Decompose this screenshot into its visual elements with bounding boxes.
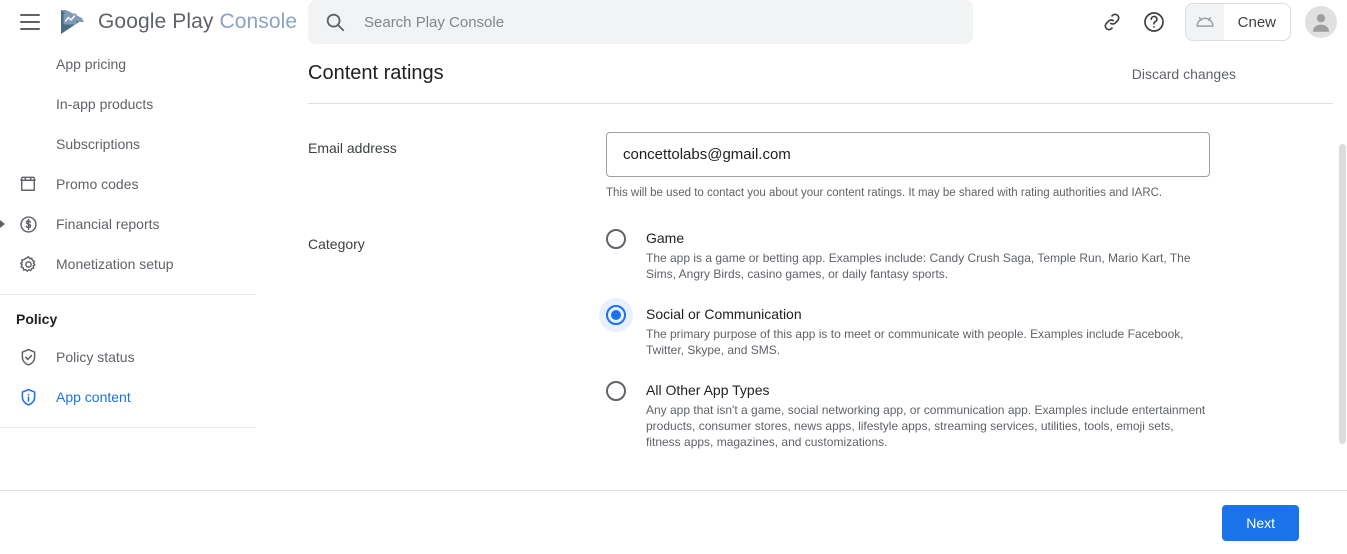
content-left-edge xyxy=(256,44,257,490)
sidebar-item-monetization-setup[interactable]: Monetization setup xyxy=(0,244,248,284)
link-icon[interactable] xyxy=(1093,3,1131,41)
hamburger-bar xyxy=(20,14,40,16)
hamburger-bar xyxy=(20,21,40,23)
discard-changes-link[interactable]: Discard changes xyxy=(1132,66,1236,82)
sidebar-item-app-pricing[interactable]: App pricing xyxy=(0,44,248,84)
sidebar-section-policy-title: Policy xyxy=(0,305,256,337)
help-circle-icon[interactable] xyxy=(1135,3,1173,41)
sidebar-item-label: Promo codes xyxy=(56,176,138,192)
sidebar-item-label: In-app products xyxy=(56,96,153,112)
radio-option-game[interactable]: Game The app is a game or betting app. E… xyxy=(606,229,1207,283)
top-app-bar: Google Play Console xyxy=(0,0,1347,44)
brand-title-secondary: Console xyxy=(219,10,297,33)
sidebar-item-label: Monetization setup xyxy=(56,256,174,272)
store-icon xyxy=(16,172,40,196)
radio-option-description: The app is a game or betting app. Exampl… xyxy=(646,251,1207,283)
radio-control[interactable] xyxy=(606,381,646,451)
sidebar-divider xyxy=(0,294,256,295)
email-address-field-group: This will be used to contact you about y… xyxy=(606,132,1347,200)
page-title: Content ratings xyxy=(308,62,444,85)
gear-icon xyxy=(16,252,40,276)
sidebar-item-label: App content xyxy=(56,389,131,405)
radio-option-title[interactable]: Game xyxy=(646,229,1207,247)
sidebar-item-financial-reports[interactable]: Financial reports xyxy=(0,204,248,244)
sidebar-divider-bottom xyxy=(0,427,256,428)
hamburger-bar xyxy=(20,28,40,30)
chevron-right-icon[interactable] xyxy=(0,220,5,228)
radio-option-all-other-app-types[interactable]: All Other App Types Any app that isn't a… xyxy=(606,381,1207,451)
dollar-circle-icon xyxy=(16,212,40,236)
play-console-page: Google Play Console xyxy=(0,0,1347,554)
radio-option-title[interactable]: Social or Communication xyxy=(646,305,1207,323)
category-row: Category Game The app is a game or betti… xyxy=(256,228,1347,451)
radio-option-title[interactable]: All Other App Types xyxy=(646,381,1207,399)
sidebar-item-label: App pricing xyxy=(56,56,126,72)
sidebar-item-label: Financial reports xyxy=(56,216,160,232)
sidebar-item-label: Subscriptions xyxy=(56,136,140,152)
email-helper-text: This will be used to contact you about y… xyxy=(606,186,1210,200)
radio-option-description: The primary purpose of this app is to me… xyxy=(646,327,1207,359)
sidebar-item-policy-status[interactable]: Policy status xyxy=(0,337,248,377)
radio-button-unchecked-icon[interactable] xyxy=(606,381,626,401)
radio-body: Game The app is a game or betting app. E… xyxy=(646,229,1207,283)
app-selector-label: Cnew xyxy=(1238,14,1276,31)
sidebar-item-app-content[interactable]: App content xyxy=(0,377,248,417)
topbar-actions: Cnew xyxy=(1093,0,1337,44)
android-head-icon xyxy=(1186,4,1224,40)
radio-option-social-or-communication[interactable]: Social or Communication The primary purp… xyxy=(606,305,1207,359)
category-radio-group: Game The app is a game or betting app. E… xyxy=(606,229,1207,451)
radio-control[interactable] xyxy=(606,229,646,283)
sidebar-item-promo-codes[interactable]: Promo codes xyxy=(0,164,248,204)
category-field-group: Game The app is a game or betting app. E… xyxy=(606,228,1347,451)
category-label: Category xyxy=(308,228,606,451)
sidebar-item-in-app-products[interactable]: In-app products xyxy=(0,84,248,124)
search-icon xyxy=(324,11,346,33)
search-bar[interactable] xyxy=(308,0,973,44)
shield-check-icon xyxy=(16,345,40,369)
radio-body: All Other App Types Any app that isn't a… xyxy=(646,381,1207,451)
scrollbar-thumb[interactable] xyxy=(1339,144,1346,444)
sidebar-item-subscriptions[interactable]: Subscriptions xyxy=(0,124,248,164)
search-input[interactable] xyxy=(364,14,957,31)
content-scrollbar[interactable] xyxy=(1338,44,1347,490)
radio-control[interactable] xyxy=(606,305,646,359)
radio-button-unchecked-icon[interactable] xyxy=(606,229,626,249)
shield-info-icon xyxy=(16,385,40,409)
email-address-label: Email address xyxy=(308,132,606,200)
sidebar-nav: App pricing In-app products Subscription… xyxy=(0,44,256,554)
brand-title-primary: Google Play xyxy=(98,10,214,33)
header-divider xyxy=(308,103,1333,104)
next-button[interactable]: Next xyxy=(1222,505,1299,541)
main-content: Content ratings Discard changes Email ad… xyxy=(256,44,1347,490)
account-avatar-icon[interactable] xyxy=(1305,6,1337,38)
brand-logo-link[interactable]: Google Play Console xyxy=(58,9,297,35)
sidebar-item-label: Policy status xyxy=(56,349,135,365)
hamburger-menu-icon[interactable] xyxy=(10,2,50,42)
footer-action-bar: Next xyxy=(0,490,1347,554)
radio-body: Social or Communication The primary purp… xyxy=(646,305,1207,359)
content-header: Content ratings Discard changes xyxy=(256,44,1347,85)
radio-option-description: Any app that isn't a game, social networ… xyxy=(646,403,1207,451)
play-console-logo-icon xyxy=(58,9,88,35)
email-address-row: Email address This will be used to conta… xyxy=(256,132,1347,200)
email-input[interactable] xyxy=(606,132,1210,177)
radio-button-checked-icon[interactable] xyxy=(606,305,626,325)
brand-title: Google Play Console xyxy=(98,10,297,34)
radio-selected-halo xyxy=(599,298,633,332)
app-selector-chip[interactable]: Cnew xyxy=(1185,3,1291,41)
